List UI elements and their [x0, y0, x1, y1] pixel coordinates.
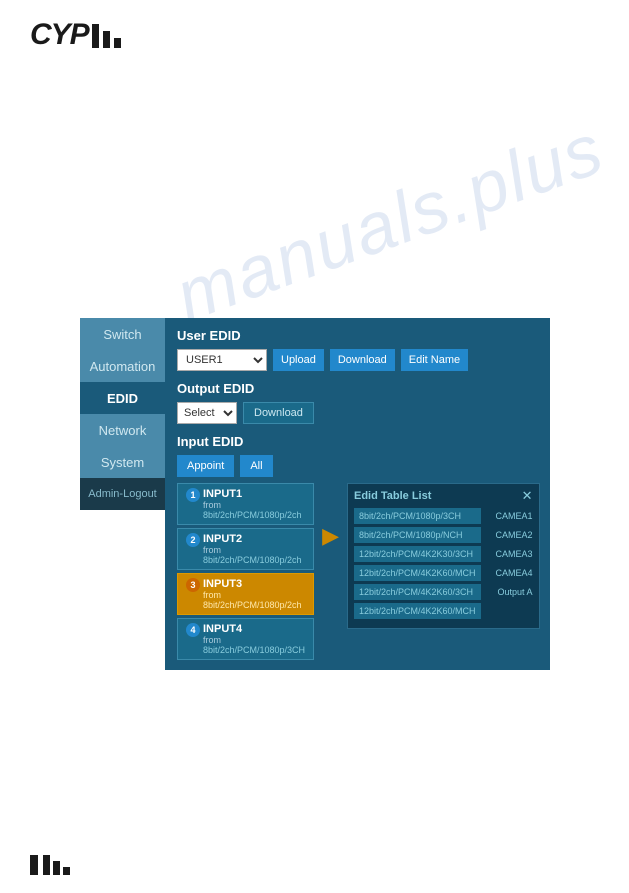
edit-name-button[interactable]: Edit Name	[401, 349, 468, 371]
download-user-button[interactable]: Download	[330, 349, 395, 371]
footer-bar-1	[43, 855, 50, 875]
logo-bar-1	[92, 24, 99, 48]
watermark: manuals.plus .com	[165, 44, 629, 338]
edid-columns: 1 INPUT1 from 8bit/2ch/PCM/1080p/2ch 2 I…	[177, 483, 538, 660]
input-item-3[interactable]: 3 INPUT3 from 8bit/2ch/PCM/1080p/2ch	[177, 573, 314, 615]
input-item-1[interactable]: 1 INPUT1 from 8bit/2ch/PCM/1080p/2ch	[177, 483, 314, 525]
input-name-3: INPUT3	[203, 578, 302, 590]
all-button[interactable]: All	[240, 455, 272, 477]
assign-arrow: ▶	[322, 483, 339, 549]
sidebar-item-network[interactable]: Network	[80, 414, 165, 446]
output-edid-select[interactable]: Select Output A	[177, 402, 237, 424]
input-detail-4: 8bit/2ch/PCM/1080p/3CH	[203, 645, 305, 655]
edid-label-4: CAMEA4	[485, 568, 533, 578]
input-item-4[interactable]: 4 INPUT4 from 8bit/2ch/PCM/1080p/3CH	[177, 618, 314, 660]
input-list: 1 INPUT1 from 8bit/2ch/PCM/1080p/2ch 2 I…	[177, 483, 314, 660]
admin-logout-button[interactable]: Admin-Logout	[80, 478, 165, 510]
user-edid-select[interactable]: USER1 USER2 USER3 USER4	[177, 349, 267, 371]
sidebar-item-edid[interactable]: EDID	[80, 382, 165, 414]
logo-bar-2	[103, 31, 110, 48]
header-logo: CYP	[30, 18, 121, 52]
logo-text: CYP	[30, 18, 89, 52]
output-edid-row: Select Output A Download	[177, 402, 538, 424]
sidebar-nav: Switch Automation EDID Network System Ad…	[80, 318, 165, 510]
input-detail-1: 8bit/2ch/PCM/1080p/2ch	[203, 510, 302, 520]
edid-entry-3[interactable]: 12bit/2ch/PCM/4K2K30/3CH	[354, 546, 481, 562]
edid-label-3: CAMEA3	[485, 549, 533, 559]
input-detail-2: 8bit/2ch/PCM/1080p/2ch	[203, 555, 302, 565]
sidebar-item-automation[interactable]: Automation	[80, 350, 165, 382]
edid-entry-5[interactable]: 12bit/2ch/PCM/4K2K60/3CH	[354, 584, 481, 600]
edid-table-row-4: 12bit/2ch/PCM/4K2K60/MCH CAMEA4	[354, 565, 533, 581]
footer-bar-2	[53, 861, 60, 875]
input-name-1: INPUT1	[203, 488, 302, 500]
input-number-4: 4	[186, 623, 200, 637]
input-number-1: 1	[186, 488, 200, 502]
edid-table-row-1: 8bit/2ch/PCM/1080p/3CH CAMEA1	[354, 508, 533, 524]
edid-entry-4[interactable]: 12bit/2ch/PCM/4K2K60/MCH	[354, 565, 481, 581]
input-from-2: from	[203, 545, 302, 555]
upload-button[interactable]: Upload	[273, 349, 324, 371]
edid-table-row-3: 12bit/2ch/PCM/4K2K30/3CH CAMEA3	[354, 546, 533, 562]
content-area: User EDID USER1 USER2 USER3 USER4 Upload…	[165, 318, 550, 670]
input-from-4: from	[203, 635, 305, 645]
input-number-3: 3	[186, 578, 200, 592]
user-edid-title: User EDID	[177, 328, 538, 343]
input-name-2: INPUT2	[203, 533, 302, 545]
footer-bar-3	[63, 867, 70, 875]
sidebar-item-switch[interactable]: Switch	[80, 318, 165, 350]
edid-table-close-button[interactable]: ✕	[522, 488, 533, 504]
edid-entry-6[interactable]: 12bit/2ch/PCM/4K2K60/MCH	[354, 603, 481, 619]
edid-table-row-6: 12bit/2ch/PCM/4K2K60/MCH	[354, 603, 533, 619]
edid-entry-1[interactable]: 8bit/2ch/PCM/1080p/3CH	[354, 508, 481, 524]
input-edid-header: Appoint All	[177, 455, 538, 477]
input-detail-3: 8bit/2ch/PCM/1080p/2ch	[203, 600, 302, 610]
input-edid-title: Input EDID	[177, 434, 538, 449]
edid-table-container: Edid Table List ✕ 8bit/2ch/PCM/1080p/3CH…	[347, 483, 540, 629]
logo-bar-3	[114, 38, 121, 48]
edid-table-row-5: 12bit/2ch/PCM/4K2K60/3CH Output A	[354, 584, 533, 600]
edid-label-5: Output A	[485, 587, 533, 597]
download-output-button[interactable]: Download	[243, 402, 314, 424]
appoint-button[interactable]: Appoint	[177, 455, 234, 477]
output-edid-title: Output EDID	[177, 381, 538, 396]
sidebar-item-system[interactable]: System	[80, 446, 165, 478]
input-name-4: INPUT4	[203, 623, 305, 635]
footer-logo	[30, 855, 70, 875]
input-number-2: 2	[186, 533, 200, 547]
input-item-2[interactable]: 2 INPUT2 from 8bit/2ch/PCM/1080p/2ch	[177, 528, 314, 570]
edid-table-row-2: 8bit/2ch/PCM/1080p/NCH CAMEA2	[354, 527, 533, 543]
edid-label-1: CAMEA1	[485, 511, 533, 521]
edid-entry-2[interactable]: 8bit/2ch/PCM/1080p/NCH	[354, 527, 481, 543]
edid-label-2: CAMEA2	[485, 530, 533, 540]
input-from-3: from	[203, 590, 302, 600]
input-from-1: from	[203, 500, 302, 510]
user-edid-row: USER1 USER2 USER3 USER4 Upload Download …	[177, 349, 538, 371]
footer-bar-slash	[30, 855, 38, 875]
edid-table-title: Edid Table List	[354, 490, 533, 502]
